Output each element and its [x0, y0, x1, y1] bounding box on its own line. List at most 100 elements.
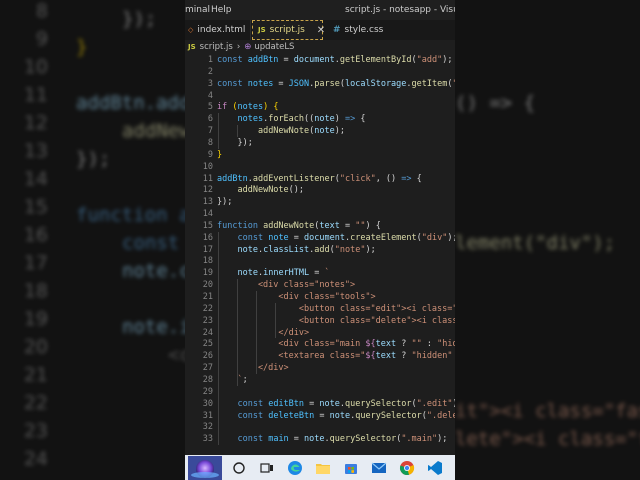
code-line[interactable]: }); [217, 196, 232, 208]
search-circle-icon [233, 461, 245, 474]
bg-line-number: 23 [23, 420, 48, 442]
bg-line-number: 16 [23, 224, 48, 246]
bg-code-fragment: () => { [455, 92, 536, 114]
code-line[interactable]: <button class="edit"><i class="fa [217, 303, 455, 315]
bg-code-fragment: addNew [122, 120, 191, 142]
bg-code-fragment: addBtn.add [76, 92, 191, 114]
code-line[interactable]: }); [217, 137, 252, 149]
code-line[interactable]: note.classList.add("note"); [217, 244, 375, 256]
code-line[interactable]: <button class="delete"><i class=" [217, 315, 455, 327]
breadcrumb-symbol[interactable]: updateLS [254, 42, 294, 52]
html-file-icon: ◇ [188, 26, 194, 34]
bg-line-number: 12 [23, 112, 48, 134]
code-line[interactable]: notes.forEach((note) => { [217, 113, 365, 125]
line-number: 14 [202, 209, 213, 220]
bg-code-fragment: lement("div"); [455, 232, 616, 254]
bg-line-number: 19 [23, 308, 48, 330]
tab-index-html[interactable]: ◇ index.html ✕ [185, 20, 260, 40]
bg-line-number: 21 [23, 364, 48, 386]
bg-line-number: 24 [23, 448, 48, 470]
tab-label: style.css [344, 25, 384, 35]
js-file-icon: JS [188, 43, 196, 51]
code-line[interactable]: if (notes) { [217, 101, 278, 113]
line-number: 16 [202, 232, 213, 243]
bg-line-number: 10 [23, 56, 48, 78]
code-line[interactable]: addBtn.addEventListener("click", () => { [217, 173, 422, 185]
file-explorer-button[interactable] [309, 455, 337, 480]
code-line[interactable]: </div> [217, 327, 309, 339]
chrome-icon [400, 460, 415, 475]
bg-line-number: 14 [23, 168, 48, 190]
line-number: 2 [207, 66, 213, 77]
line-number: 7 [207, 126, 213, 137]
line-number: 12 [202, 185, 213, 196]
bg-line-number: 9 [35, 28, 48, 50]
code-line[interactable]: const main = note.querySelector(".main")… [217, 433, 447, 445]
code-line[interactable]: const notes = JSON.parse(localStorage.ge… [217, 78, 455, 90]
line-number: 31 [202, 410, 213, 421]
css-file-icon: # [333, 25, 341, 35]
line-number: 32 [202, 422, 213, 433]
bg-code-fragment: note.i [122, 316, 191, 338]
task-view-button[interactable] [253, 455, 281, 480]
store-icon [345, 463, 357, 474]
line-number: 17 [202, 244, 213, 255]
line-number: 25 [202, 339, 213, 350]
indent-guide [218, 231, 219, 446]
edge-icon [288, 460, 302, 475]
bg-line-number: 8 [35, 0, 48, 22]
close-icon[interactable]: ✕ [317, 25, 325, 36]
bg-line-number: 15 [23, 196, 48, 218]
bg-code-fragment: function a [76, 204, 191, 226]
code-line[interactable]: } [217, 149, 222, 161]
code-line[interactable]: const note = document.createElement("div… [217, 232, 455, 244]
chrome-button[interactable] [393, 455, 421, 480]
bg-code-fragment: lete"><i class="f [455, 428, 640, 450]
line-number: 27 [202, 363, 213, 374]
bg-code-fragment: }); [122, 8, 157, 30]
code-line[interactable]: <div class="tools"> [217, 291, 375, 303]
code-line[interactable]: const deleteBtn = note.querySelector(".d… [217, 410, 455, 422]
edge-button[interactable] [281, 455, 309, 480]
task-view-icon [260, 462, 273, 473]
bg-code-fragment: const [122, 232, 180, 254]
mail-button[interactable] [365, 455, 393, 480]
code-editor[interactable]: 1 const addBtn = document.getElementById(… [185, 54, 455, 455]
code-line[interactable]: const editBtn = note.querySelector(".edi… [217, 398, 455, 410]
vscode-button[interactable] [421, 455, 449, 480]
breadcrumb-file[interactable]: script.js [200, 42, 233, 52]
code-line[interactable]: function addNewNote(text = "") { [217, 220, 381, 232]
search-button[interactable] [225, 455, 253, 480]
store-button[interactable] [337, 455, 365, 480]
tab-style-css[interactable]: # style.css [325, 20, 405, 40]
line-number: 5 [207, 102, 213, 113]
tab-bar: ◇ index.html ✕ JS script.js ✕ # style.cs… [185, 20, 455, 40]
code-line[interactable]: const addBtn = document.getElementById("… [217, 54, 453, 66]
search-widget[interactable] [185, 455, 225, 480]
bg-code-fragment: note.c [122, 260, 191, 282]
bg-line-number: 11 [23, 84, 48, 106]
menu-terminal[interactable]: minal [185, 5, 210, 15]
code-line[interactable]: </div> [217, 362, 289, 374]
code-line[interactable]: `; [217, 374, 247, 386]
code-line[interactable]: <textarea class="${text ? "hidden" : " [217, 350, 455, 362]
bg-line-number: 20 [23, 336, 48, 358]
line-number: 8 [207, 137, 213, 148]
code-line[interactable]: <div class="main ${text ? "" : "hidden [217, 338, 455, 350]
bg-code-fragment: } [76, 36, 88, 58]
line-number: 19 [202, 268, 213, 279]
line-number: 10 [202, 161, 213, 172]
line-number: 28 [202, 374, 213, 385]
code-line[interactable]: addNewNote(); [217, 184, 304, 196]
indent-guide [218, 113, 219, 149]
code-line[interactable]: note.innerHTML = ` [217, 267, 329, 279]
line-number: 22 [202, 303, 213, 314]
menu-help[interactable]: Help [211, 5, 232, 15]
tab-script-js[interactable]: JS script.js ✕ [252, 20, 325, 40]
line-number: 3 [207, 78, 213, 89]
tab-label: script.js [269, 25, 305, 35]
bg-line-number: 22 [23, 392, 48, 414]
bg-line-number: 18 [23, 280, 48, 302]
breadcrumb: JS script.js › ⊕ updateLS [185, 40, 455, 54]
line-number: 30 [202, 398, 213, 409]
